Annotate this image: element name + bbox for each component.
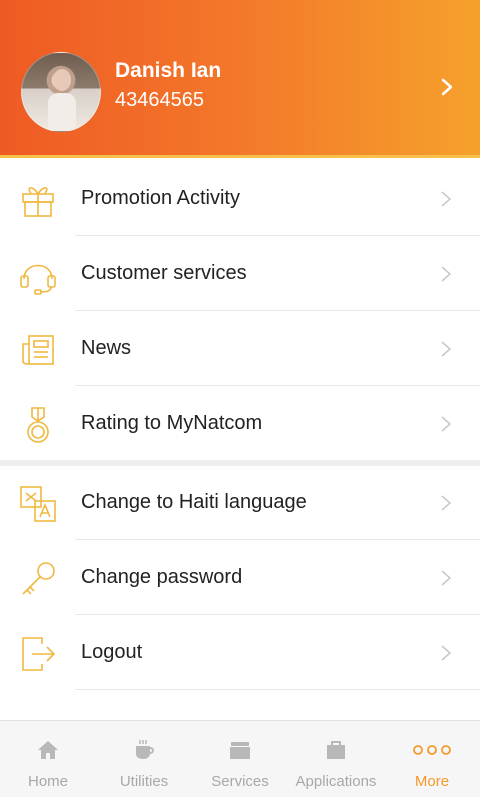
newspaper-icon xyxy=(22,335,54,365)
logout-icon xyxy=(22,637,56,671)
home-icon xyxy=(38,741,58,759)
tab-utilities[interactable]: Utilities xyxy=(96,721,192,797)
chevron-right-icon xyxy=(441,341,452,357)
menu-item-promotion[interactable]: Promotion Activity xyxy=(0,162,480,237)
divider xyxy=(75,614,480,615)
headset-icon xyxy=(20,264,56,295)
chevron-right-icon xyxy=(441,495,452,511)
menu-item-news[interactable]: News xyxy=(0,312,480,387)
bottom-tab-bar: Home Utilities Services Applications Mor… xyxy=(0,720,480,797)
chevron-right-icon xyxy=(441,416,452,432)
menu-item-password[interactable]: Change password xyxy=(0,541,480,616)
tab-label: Home xyxy=(27,773,68,790)
key-icon xyxy=(22,562,55,595)
chevron-right-icon[interactable] xyxy=(437,72,457,102)
logout-label: Logout xyxy=(81,641,143,663)
tab-label: Services xyxy=(211,773,269,790)
user-number: 43464565 xyxy=(115,89,204,111)
chevron-right-icon xyxy=(441,266,452,282)
customer-services-label: Customer services xyxy=(81,262,247,284)
translate-icon xyxy=(20,486,56,522)
divider xyxy=(75,539,480,540)
chevron-right-icon xyxy=(441,645,452,661)
divider xyxy=(75,385,480,386)
stack-icon xyxy=(230,742,250,759)
language-label: Change to Haiti language xyxy=(81,491,307,513)
tab-label: Utilities xyxy=(119,773,169,790)
menu-item-customer-services[interactable]: Customer services xyxy=(0,237,480,312)
divider xyxy=(75,235,480,236)
tab-label: More xyxy=(414,773,450,790)
chevron-right-icon xyxy=(441,570,452,586)
password-label: Change password xyxy=(81,566,243,588)
menu-item-rating[interactable]: Rating to MyNatcom xyxy=(0,387,480,462)
medal-icon xyxy=(27,407,49,443)
menu-item-language[interactable]: Change to Haiti language xyxy=(0,466,480,541)
coffee-cup-icon xyxy=(136,740,154,759)
tab-label: Applications xyxy=(295,773,377,790)
tab-services[interactable]: Services xyxy=(192,721,288,797)
promotion-label: Promotion Activity xyxy=(81,187,240,209)
avatar xyxy=(21,52,101,132)
tab-applications[interactable]: Applications xyxy=(288,721,384,797)
gift-icon xyxy=(22,187,54,217)
chevron-right-icon xyxy=(441,191,452,207)
divider xyxy=(75,689,480,690)
tab-home[interactable]: Home xyxy=(0,721,96,797)
menu-item-logout[interactable]: Logout xyxy=(0,616,480,691)
rating-label: Rating to MyNatcom xyxy=(81,412,263,434)
divider xyxy=(75,310,480,311)
profile-header[interactable]: Danish Ian 43464565 xyxy=(0,0,480,158)
bag-icon xyxy=(327,741,345,759)
user-name: Danish Ian xyxy=(115,59,222,82)
news-label: News xyxy=(81,337,132,359)
avatar-body xyxy=(48,93,76,131)
tab-more[interactable]: More xyxy=(384,721,480,797)
avatar-head xyxy=(53,69,71,91)
more-dots-icon xyxy=(413,745,451,755)
